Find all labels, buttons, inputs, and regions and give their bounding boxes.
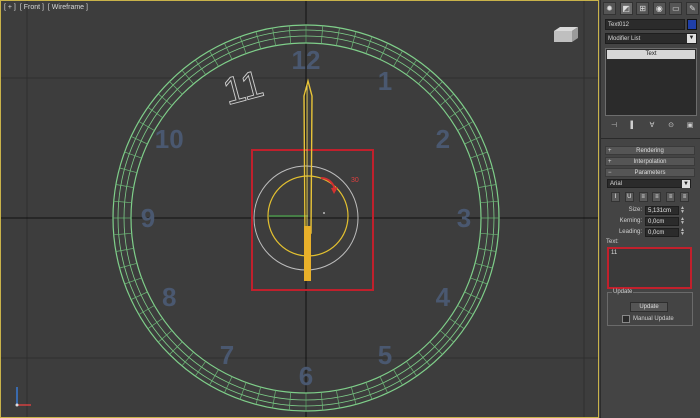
underline-button[interactable]: U [624, 192, 634, 202]
leading-label: Leading: [618, 229, 642, 235]
modifier-list-dropdown[interactable]: Modifier List ▼ [605, 33, 697, 44]
align-right-button[interactable]: ≡ [666, 192, 676, 202]
italic-button[interactable]: I [611, 192, 620, 202]
clock-numeral: 10 [155, 124, 184, 154]
parameters-rollout[interactable]: − Parameters [605, 168, 695, 177]
size-param: Size: 5,131cm ▲ ▼ [605, 206, 697, 215]
kerning-input[interactable]: 0,0cm [645, 217, 679, 226]
command-panel-tabs: ✹ ◩ ⊞ ◉ ▭ ✎ [603, 2, 699, 16]
leading-spinner[interactable]: ▲ ▼ [680, 228, 686, 237]
clock-numeral: 4 [436, 282, 451, 312]
align-left-button[interactable]: ≡ [638, 192, 648, 202]
front-viewport[interactable]: 12 1 2 3 4 5 6 7 8 9 10 11 30 [+] [Fr… [0, 0, 599, 418]
kerning-spinner[interactable]: ▲ ▼ [680, 217, 686, 226]
manual-update-label: Manual Update [633, 316, 674, 322]
viewport-label[interactable]: [ + ] [ Front ] [ Wireframe ] [4, 4, 90, 11]
pin-stack-icon[interactable]: ⊣ [609, 121, 619, 131]
chevron-down-icon[interactable]: ▼ [682, 180, 690, 188]
clock-numeral: 8 [162, 282, 176, 312]
object-color-swatch[interactable] [687, 19, 697, 30]
rendering-rollout-label: Rendering [636, 148, 664, 154]
viewport-point-of-view[interactable]: [ Front ] [20, 4, 44, 11]
app-window: 12 1 2 3 4 5 6 7 8 9 10 11 30 [+] [Fr… [0, 0, 700, 418]
viewcube-icon[interactable] [550, 25, 582, 45]
remove-modifier-icon[interactable]: ⊙ [666, 121, 676, 131]
expand-icon: + [608, 148, 612, 154]
configure-sets-icon[interactable]: ▣ [685, 121, 695, 131]
interpolation-rollout-label: Interpolation [633, 159, 667, 165]
rendering-rollout[interactable]: + Rendering [605, 146, 695, 155]
motion-icon[interactable]: ◉ [652, 2, 666, 15]
size-input[interactable]: 5,131cm [645, 206, 679, 215]
size-label: Size: [628, 207, 642, 213]
update-button[interactable]: Update [630, 302, 668, 312]
clock-numeral: 2 [436, 124, 450, 154]
collapse-icon: − [608, 170, 612, 176]
modify-icon[interactable]: ◩ [619, 2, 633, 15]
text-11-outline: 11 [219, 63, 268, 114]
size-spinner[interactable]: ▲ ▼ [680, 206, 686, 215]
text-label: Text: [606, 239, 619, 245]
update-group: Update Update Manual Update [607, 289, 693, 326]
interpolation-rollout[interactable]: + Interpolation [605, 157, 695, 166]
clock-numeral: 1 [378, 66, 392, 96]
hierarchy-icon[interactable]: ⊞ [636, 2, 650, 15]
text-format-buttons: I U ≡ ≡ ≡ ≡ [611, 192, 689, 202]
hand-tail [304, 226, 311, 281]
manual-update-option[interactable]: Manual Update [622, 315, 674, 323]
axis-tripod-icon [15, 387, 31, 407]
show-end-result-icon[interactable]: ▌ [628, 121, 638, 131]
text-content-field[interactable]: 11 [607, 247, 692, 289]
parameters-rollout-label: Parameters [634, 170, 666, 176]
display-icon[interactable]: ▭ [669, 2, 683, 15]
font-dropdown-value: Arial [610, 181, 623, 187]
utilities-icon[interactable]: ✎ [685, 2, 699, 15]
viewport-scene: 1212345678910 11 30 [1, 1, 598, 417]
chevron-down-icon[interactable]: ▼ [687, 34, 696, 43]
kerning-label: Kerning: [619, 218, 642, 224]
make-unique-icon[interactable]: ∀ [647, 121, 657, 131]
manual-update-checkbox[interactable] [622, 315, 630, 323]
viewport-shading-mode[interactable]: [ Wireframe ] [48, 4, 88, 11]
create-icon[interactable]: ✹ [603, 2, 616, 15]
align-center-button[interactable]: ≡ [652, 192, 662, 202]
font-dropdown[interactable]: Arial ▼ [607, 179, 691, 188]
clock-numeral: 7 [220, 340, 234, 370]
modifier-list-label: Modifier List [608, 36, 641, 42]
command-panel: ✹ ◩ ⊞ ◉ ▭ ✎ Text012 Modifier List ▼ Text ⊣ ▌ ∀ ⊙… [600, 0, 700, 418]
stack-toolbar: ⊣ ▌ ∀ ⊙ ▣ [609, 121, 695, 131]
angle-readout: 30 [351, 177, 359, 184]
clock-numeral: 5 [378, 340, 392, 370]
clock-numeral: 6 [299, 361, 313, 391]
clock-numeral: 3 [457, 203, 471, 233]
panel-divider [601, 138, 700, 139]
viewport-menu-plus[interactable]: [ + ] [4, 4, 16, 11]
hour-hand-outline [303, 78, 313, 234]
modifier-stack[interactable]: Text [605, 48, 697, 116]
update-group-title: Update [612, 289, 634, 295]
leading-input[interactable]: 0,0cm [645, 228, 679, 237]
stack-item-text[interactable]: Text [607, 50, 695, 59]
clock-numeral: 9 [141, 203, 155, 233]
expand-icon: + [608, 159, 612, 165]
justify-button[interactable]: ≡ [679, 192, 689, 202]
leading-param: Leading: 0,0cm ▲ ▼ [605, 228, 697, 237]
selection-frame [251, 149, 374, 291]
object-name-field[interactable]: Text012 [605, 19, 685, 30]
kerning-param: Kerning: 0,0cm ▲ ▼ [605, 217, 697, 226]
clock-numeral: 12 [292, 45, 321, 75]
